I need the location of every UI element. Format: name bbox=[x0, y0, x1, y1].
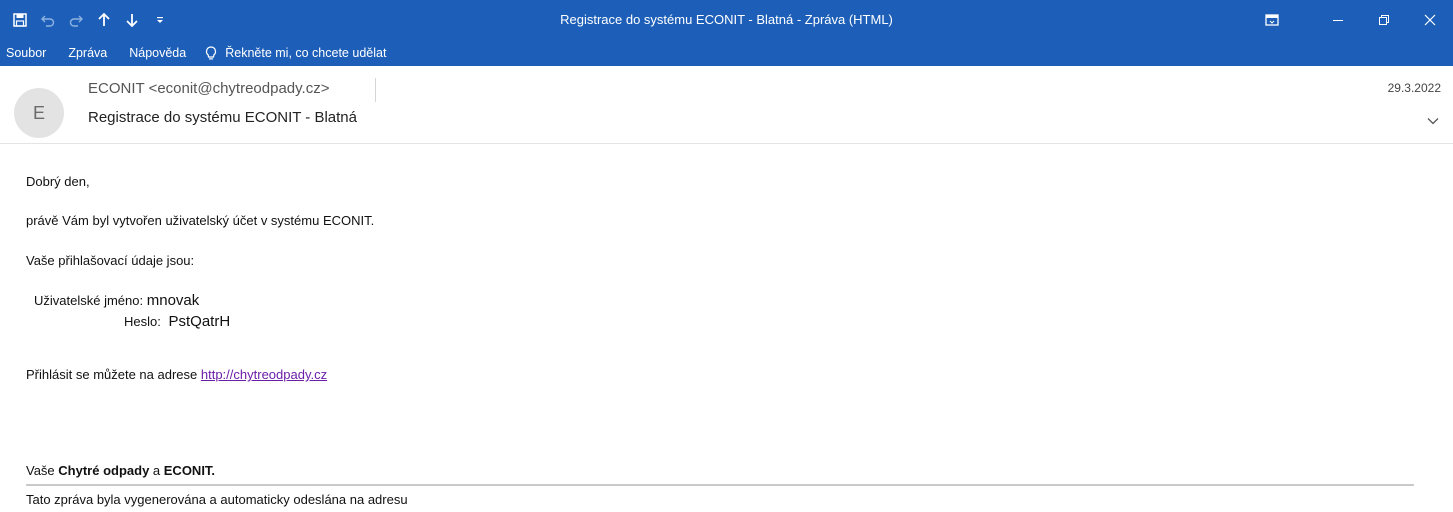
ribbon-display-options-icon[interactable] bbox=[1249, 0, 1295, 40]
arrow-down-icon[interactable] bbox=[118, 0, 146, 40]
username-label: Uživatelské jméno: bbox=[34, 293, 144, 308]
menu-bar: Soubor Zpráva Nápověda Řekněte mi, co ch… bbox=[0, 40, 1453, 66]
redo-icon[interactable] bbox=[62, 0, 90, 40]
lightbulb-icon bbox=[205, 45, 217, 61]
restore-icon[interactable] bbox=[1361, 0, 1407, 40]
body-line-1: právě Vám byl vytvořen uživatelský účet … bbox=[26, 213, 375, 228]
window-title: Registrace do systému ECONIT - Blatná - … bbox=[560, 12, 893, 27]
login-line: Přihlásit se můžete na adrese http://chy… bbox=[26, 367, 327, 382]
message-header: E ECONIT <econit@chytreodpady.cz> Regist… bbox=[0, 66, 1453, 144]
login-prefix: Přihlásit se můžete na adrese bbox=[26, 367, 201, 382]
close-icon[interactable] bbox=[1407, 0, 1453, 40]
undo-icon[interactable] bbox=[34, 0, 62, 40]
sender[interactable]: ECONIT <econit@chytreodpady.cz> bbox=[88, 80, 329, 97]
body-line-2: Vaše přihlašovací údaje jsou: bbox=[26, 253, 195, 268]
menu-soubor[interactable]: Soubor bbox=[0, 40, 57, 66]
save-icon[interactable] bbox=[6, 0, 34, 40]
password-row: Heslo: PstQatrH bbox=[124, 313, 230, 330]
menu-napoveda[interactable]: Nápověda bbox=[118, 40, 197, 66]
menu-zprava[interactable]: Zpráva bbox=[57, 40, 118, 66]
sender-divider bbox=[375, 78, 376, 102]
login-link[interactable]: http://chytreodpady.cz bbox=[201, 367, 327, 382]
header-divider bbox=[0, 143, 1453, 144]
tell-me-label: Řekněte mi, co chcete udělat bbox=[225, 46, 387, 60]
window-controls bbox=[1249, 0, 1453, 40]
arrow-up-icon[interactable] bbox=[90, 0, 118, 40]
signature: Vaše Chytré odpady a ECONIT. bbox=[26, 463, 215, 478]
password-label: Heslo: bbox=[124, 314, 161, 329]
username-row: Uživatelské jméno: mnovak bbox=[34, 292, 199, 309]
chevron-down-icon[interactable] bbox=[1427, 112, 1439, 130]
username-value: mnovak bbox=[146, 292, 200, 309]
quick-access-toolbar bbox=[0, 0, 174, 40]
signature-mid: a bbox=[149, 463, 164, 478]
message-subject: Registrace do systému ECONIT - Blatná bbox=[88, 109, 357, 126]
signature-prefix: Vaše bbox=[26, 463, 59, 478]
greeting: Dobrý den, bbox=[26, 174, 90, 189]
minimize-icon[interactable] bbox=[1315, 0, 1361, 40]
customize-icon[interactable] bbox=[146, 0, 174, 40]
signature-divider bbox=[26, 484, 1414, 486]
tell-me-box[interactable]: Řekněte mi, co chcete udělat bbox=[197, 40, 386, 66]
signature-company: ECONIT. bbox=[163, 463, 216, 478]
message-date: 29.3.2022 bbox=[1387, 81, 1441, 95]
footer-note: Tato zpráva byla vygenerována a automati… bbox=[26, 492, 408, 507]
signature-brand: Chytré odpady bbox=[58, 463, 150, 478]
avatar[interactable]: E bbox=[14, 88, 64, 138]
password-value: PstQatrH bbox=[168, 313, 231, 330]
title-bar: Registrace do systému ECONIT - Blatná - … bbox=[0, 0, 1453, 40]
